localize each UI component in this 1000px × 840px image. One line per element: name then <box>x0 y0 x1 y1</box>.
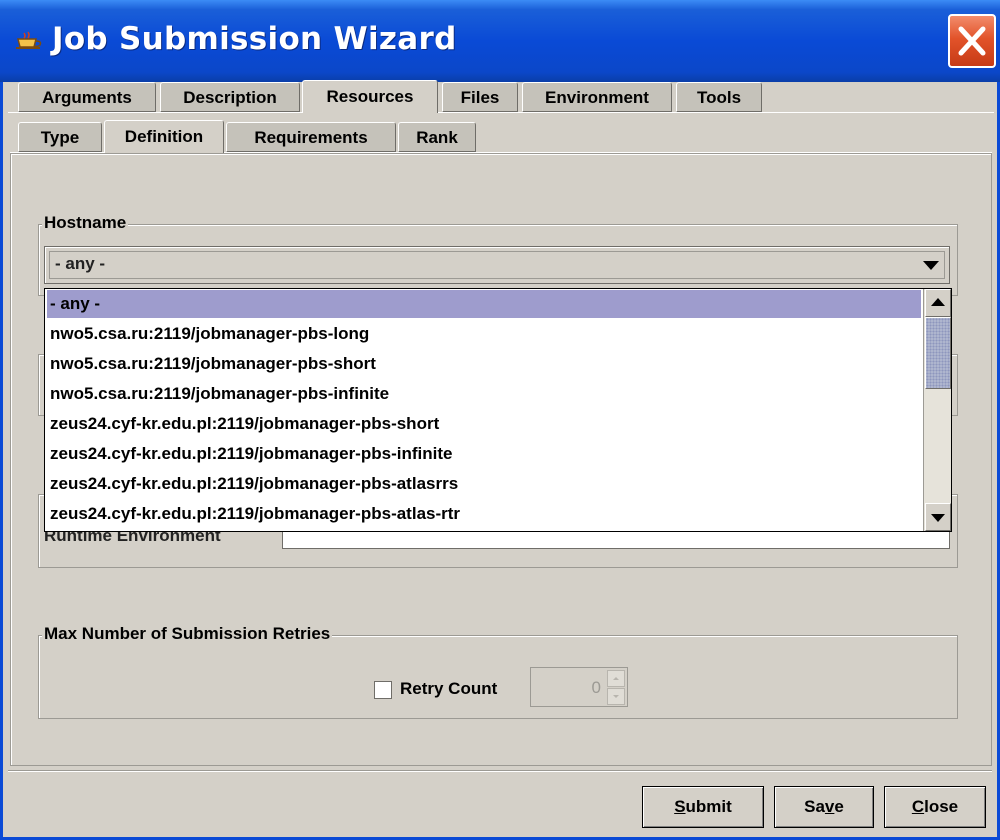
hostname-option[interactable]: - any - <box>47 290 921 318</box>
hostname-combobox[interactable]: - any - <box>44 246 950 284</box>
tab-environment[interactable]: Environment <box>522 82 672 112</box>
scroll-up-button[interactable] <box>925 289 951 317</box>
hostname-option[interactable]: zeus24.cyf-kr.edu.pl:2119/jobmanager-pbs… <box>47 470 921 498</box>
close-window-button[interactable] <box>948 14 996 68</box>
retry-count-checkbox[interactable] <box>374 681 392 699</box>
save-label-end: e <box>834 797 844 816</box>
job-submission-wizard-window: Job Submission Wizard Arguments Descript… <box>0 0 1000 840</box>
arrow-down-icon <box>931 514 945 522</box>
title-bar[interactable]: Job Submission Wizard <box>0 0 1000 82</box>
tab-requirements[interactable]: Requirements <box>226 122 396 152</box>
tab-type[interactable]: Type <box>18 122 102 152</box>
hostname-selected-value: - any - <box>55 254 106 273</box>
retry-count-value: 0 <box>591 678 601 697</box>
retry-count-spinner[interactable]: 0 <box>530 667 628 707</box>
scroll-thumb[interactable] <box>925 317 951 389</box>
hostname-option[interactable]: zeus24.cyf-kr.edu.pl:2119/jobmanager-pbs… <box>47 440 921 468</box>
runtime-environment-input[interactable] <box>282 531 950 549</box>
hostname-option[interactable]: nwo5.csa.ru:2119/jobmanager-pbs-short <box>47 350 921 378</box>
scroll-down-button[interactable] <box>925 503 951 531</box>
combobox-field <box>49 251 945 279</box>
arrow-up-icon <box>931 298 945 306</box>
save-mnemonic: v <box>824 797 835 816</box>
close-label: lose <box>924 797 959 816</box>
tab-arguments[interactable]: Arguments <box>18 82 156 112</box>
retries-group-label: Max Number of Submission Retries <box>42 624 333 644</box>
button-bar-separator <box>8 771 992 772</box>
save-button[interactable]: Save <box>774 786 874 828</box>
hostname-option[interactable]: zeus24.cyf-kr.edu.pl:2119/jobmanager-pbs… <box>47 500 921 528</box>
submit-button[interactable]: Submit <box>642 786 764 828</box>
submit-label: ubmit <box>685 797 732 816</box>
hostname-option[interactable]: nwo5.csa.ru:2119/jobmanager-pbs-long <box>47 320 921 348</box>
dropdown-scrollbar[interactable] <box>923 289 951 531</box>
spinner-up-button[interactable] <box>607 670 625 687</box>
tab-tools[interactable]: Tools <box>676 82 762 112</box>
tab-strip-edge <box>438 112 994 113</box>
close-mnemonic: C <box>911 797 925 816</box>
tab-resources[interactable]: Resources <box>302 80 438 113</box>
retries-group <box>38 635 958 719</box>
window-title: Job Submission Wizard <box>52 21 457 57</box>
tab-rank[interactable]: Rank <box>398 122 476 152</box>
hostname-dropdown-list[interactable]: - any - nwo5.csa.ru:2119/jobmanager-pbs-… <box>44 288 952 532</box>
save-label-start: Sa <box>804 797 825 816</box>
tab-description[interactable]: Description <box>160 82 300 112</box>
java-cup-icon <box>16 31 42 49</box>
tab-definition[interactable]: Definition <box>104 120 224 153</box>
close-icon <box>958 26 986 56</box>
hostname-option[interactable]: nwo5.csa.ru:2119/jobmanager-pbs-infinite <box>47 380 921 408</box>
arrow-up-icon <box>613 677 619 680</box>
close-button[interactable]: Close <box>884 786 986 828</box>
chevron-down-icon[interactable] <box>923 261 939 271</box>
spinner-down-button[interactable] <box>607 688 625 705</box>
arrow-down-icon <box>613 695 619 698</box>
retry-count-label[interactable]: Retry Count <box>400 679 497 699</box>
submit-mnemonic: S <box>674 797 686 816</box>
tab-strip-edge <box>8 112 302 113</box>
hostname-group-label: Hostname <box>42 213 129 233</box>
hostname-option[interactable]: zeus24.cyf-kr.edu.pl:2119/jobmanager-pbs… <box>47 410 921 438</box>
tab-files[interactable]: Files <box>442 82 518 112</box>
